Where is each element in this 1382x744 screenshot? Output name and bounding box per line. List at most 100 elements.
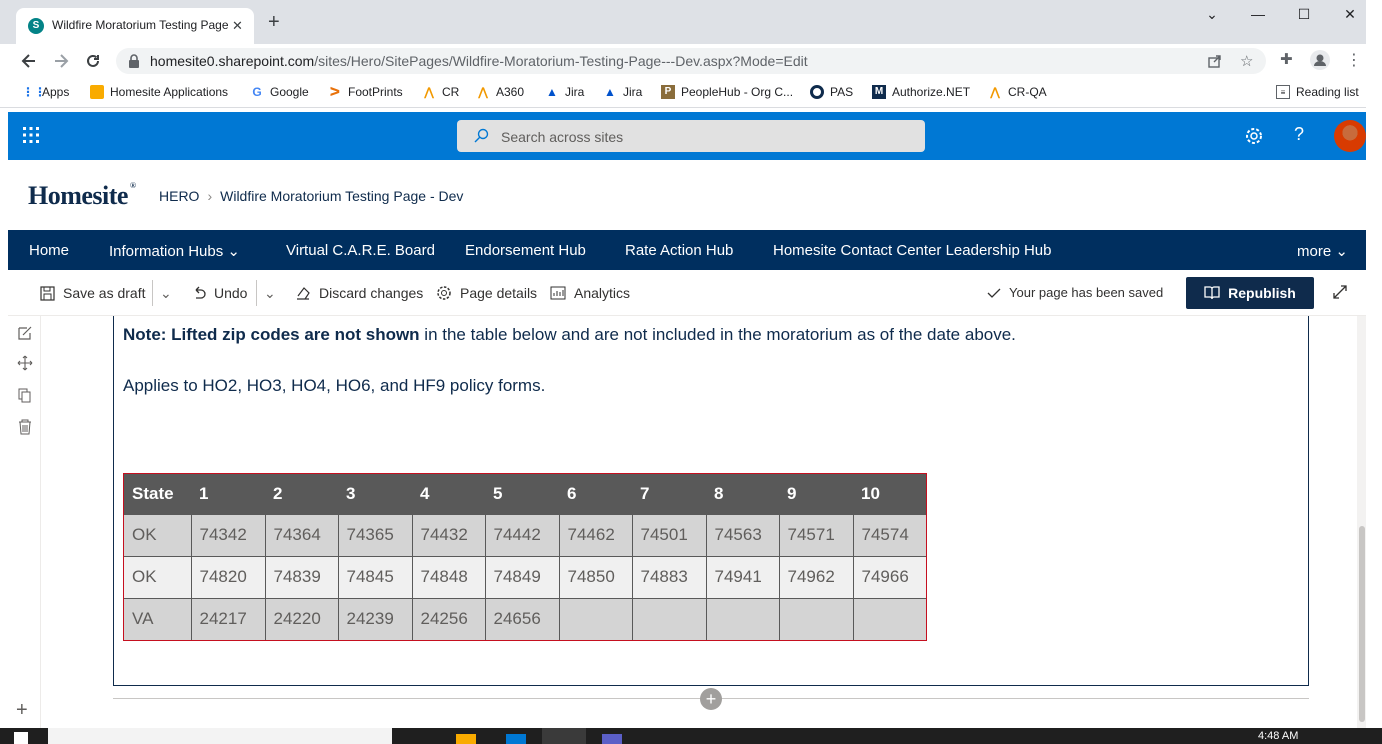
breadcrumb-hero[interactable]: HERO [159, 188, 199, 204]
table-cell[interactable]: 74849 [484, 555, 559, 598]
table-cell[interactable]: OK [124, 513, 191, 556]
app-launcher-waffle-icon[interactable] [22, 126, 40, 144]
windows-start-icon[interactable] [14, 732, 28, 744]
new-tab-icon[interactable]: + [268, 12, 280, 32]
address-bar[interactable]: homesite0.sharepoint.com/sites/Hero/Site… [116, 48, 1266, 74]
bookmark-google[interactable]: G Google [250, 85, 308, 99]
table-cell[interactable]: 74839 [264, 555, 338, 598]
table-cell[interactable]: 24220 [264, 597, 338, 640]
nav-contact-center-leadership-hub[interactable]: Homesite Contact Center Leadership Hub [773, 242, 1051, 259]
back-arrow-icon[interactable] [20, 52, 38, 70]
bookmark-jira-1[interactable]: ▲ Jira [545, 85, 584, 99]
note-paragraph[interactable]: Note: Lifted zip codes are not shown in … [123, 325, 1016, 345]
header-cell[interactable]: 10 [853, 474, 926, 514]
taskbar-search[interactable] [48, 728, 392, 744]
header-cell[interactable]: 8 [706, 474, 779, 514]
applies-paragraph[interactable]: Applies to HO2, HO3, HO4, HO6, and HF9 p… [123, 376, 545, 396]
help-question-icon[interactable]: ? [1294, 124, 1304, 145]
table-cell[interactable]: 24239 [337, 597, 412, 640]
table-cell[interactable]: 74442 [484, 513, 559, 556]
table-cell[interactable]: 74571 [778, 513, 853, 556]
table-cell[interactable] [778, 597, 853, 640]
header-cell[interactable]: 9 [779, 474, 853, 514]
page-details-button[interactable]: Page details [436, 285, 537, 301]
chrome-taskbar-icon[interactable] [542, 728, 586, 744]
table-cell[interactable]: 74563 [705, 513, 779, 556]
reading-list[interactable]: ≡ Reading list [1276, 85, 1359, 99]
reload-icon[interactable] [84, 52, 102, 70]
tab-close-icon[interactable]: ✕ [232, 18, 243, 34]
maximize-icon[interactable]: ☐ [1294, 6, 1314, 23]
save-as-draft-button[interactable]: Save as draft [40, 285, 146, 301]
bookmark-homesite-applications[interactable]: Homesite Applications [90, 85, 228, 99]
republish-button[interactable]: Republish [1186, 277, 1314, 309]
table-cell[interactable]: 24256 [411, 597, 485, 640]
table-cell[interactable]: 24656 [484, 597, 559, 640]
profile-icon[interactable] [1310, 50, 1330, 70]
bookmark-cr[interactable]: ⋀ CR [422, 85, 459, 99]
minimize-icon[interactable]: — [1248, 6, 1268, 22]
table-cell[interactable] [705, 597, 779, 640]
header-cell[interactable]: 6 [559, 474, 632, 514]
header-cell[interactable]: 2 [265, 474, 338, 514]
save-options-chevron-icon[interactable]: ⌄ [160, 285, 172, 302]
table-cell[interactable] [631, 597, 706, 640]
add-section-plus-icon[interactable]: + [16, 700, 28, 720]
edit-webpart-icon[interactable] [17, 325, 33, 341]
settings-gear-icon[interactable] [1244, 126, 1264, 146]
browser-tab[interactable]: S Wildfire Moratorium Testing Page - Dev… [16, 8, 254, 44]
table-cell[interactable]: 74848 [411, 555, 485, 598]
user-avatar[interactable] [1334, 120, 1366, 152]
bookmark-apps[interactable]: ⋮⋮ Apps [22, 85, 69, 99]
nav-information-hubs[interactable]: Information Hubs ⌄ [109, 242, 240, 260]
nav-virtual-care-board[interactable]: Virtual C.A.R.E. Board [286, 242, 435, 259]
table-cell[interactable]: 74962 [778, 555, 853, 598]
header-cell[interactable]: State [124, 474, 191, 514]
table-cell[interactable]: 74883 [631, 555, 706, 598]
nav-rate-action-hub[interactable]: Rate Action Hub [625, 242, 733, 259]
share-icon[interactable] [1208, 54, 1222, 68]
table-cell[interactable]: OK [124, 555, 191, 598]
file-explorer-icon[interactable] [456, 734, 476, 744]
table-cell[interactable]: 74966 [852, 555, 926, 598]
scrollbar-thumb[interactable] [1359, 526, 1365, 722]
table-cell[interactable]: VA [124, 597, 191, 640]
bookmark-a360[interactable]: ⋀ A360 [476, 85, 524, 99]
table-cell[interactable]: 74364 [264, 513, 338, 556]
forward-arrow-icon[interactable] [52, 52, 70, 70]
extensions-puzzle-icon[interactable]: ✚ [1280, 50, 1293, 68]
table-cell[interactable]: 74462 [558, 513, 632, 556]
bookmark-authorize-net[interactable]: M Authorize.NET [872, 85, 970, 99]
bookmark-jira-2[interactable]: ▲ Jira [603, 85, 642, 99]
move-arrows-icon[interactable] [17, 355, 33, 371]
taskbar-clock[interactable]: 4:48 AM [1258, 730, 1298, 742]
header-cell[interactable]: 1 [191, 474, 265, 514]
header-cell[interactable]: 3 [338, 474, 412, 514]
outlook-icon[interactable] [506, 734, 526, 744]
table-cell[interactable]: 24217 [190, 597, 265, 640]
table-cell[interactable]: 74574 [852, 513, 926, 556]
table-cell[interactable]: 74432 [411, 513, 485, 556]
tab-search-chevron-icon[interactable]: ⌄ [1202, 6, 1222, 23]
homesite-logo[interactable]: Homesite ® [28, 181, 136, 211]
header-cell[interactable]: 5 [485, 474, 559, 514]
undo-options-chevron-icon[interactable]: ⌄ [264, 285, 276, 302]
expand-diagonal-icon[interactable] [1332, 284, 1348, 300]
add-webpart-plus-icon[interactable]: + [700, 688, 722, 710]
nav-more[interactable]: more ⌄ [1297, 242, 1348, 260]
nav-home[interactable]: Home [29, 242, 69, 259]
chrome-menu-icon[interactable]: ⋮ [1346, 50, 1362, 70]
page-scrollbar[interactable] [1357, 316, 1366, 728]
table-cell[interactable] [852, 597, 926, 640]
table-cell[interactable]: 74501 [631, 513, 706, 556]
table-cell[interactable]: 74941 [705, 555, 779, 598]
table-cell[interactable]: 74820 [190, 555, 265, 598]
bookmark-star-icon[interactable]: ☆ [1240, 52, 1253, 70]
search-box[interactable]: Search across sites [457, 120, 925, 152]
bookmark-peoplehub[interactable]: P PeopleHub - Org C... [661, 85, 793, 99]
table-cell[interactable]: 74365 [337, 513, 412, 556]
teams-icon[interactable] [602, 734, 622, 744]
bookmark-pas[interactable]: PAS [810, 85, 853, 99]
table-cell[interactable]: 74850 [558, 555, 632, 598]
undo-button[interactable]: Undo [192, 285, 247, 301]
